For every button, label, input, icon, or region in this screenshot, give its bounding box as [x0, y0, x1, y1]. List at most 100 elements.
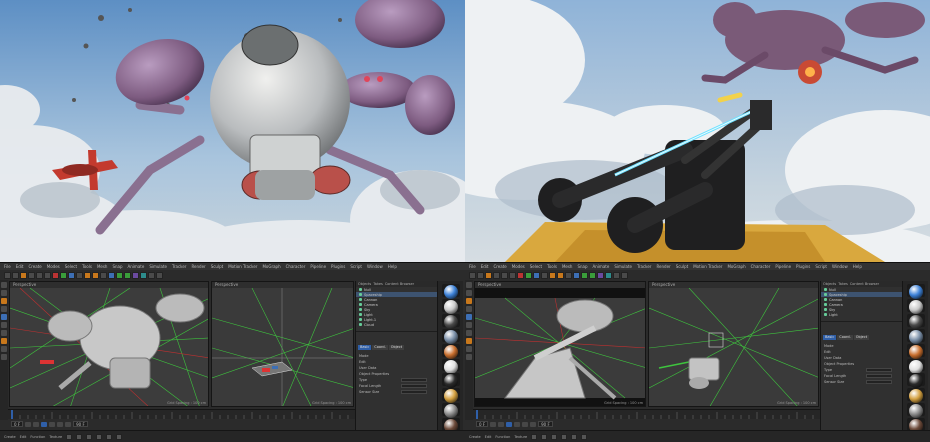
menu-item[interactable]: Create	[493, 263, 506, 270]
redo-icon[interactable]	[477, 271, 484, 279]
panel-tab[interactable]: Takes	[373, 282, 383, 286]
x-axis-icon[interactable]	[517, 271, 524, 279]
menu-item[interactable]: Help	[388, 263, 397, 270]
end-frame-field[interactable]: 90 F	[538, 421, 553, 427]
move-icon[interactable]	[493, 271, 500, 279]
cube-icon[interactable]	[108, 271, 115, 279]
menu-item[interactable]: Edit	[481, 263, 489, 270]
menu-item[interactable]: Mesh	[97, 263, 108, 270]
move-icon[interactable]	[28, 271, 35, 279]
y-axis-icon[interactable]	[60, 271, 67, 279]
environment-icon[interactable]	[605, 271, 612, 279]
menu-item[interactable]: Animate	[128, 263, 145, 270]
snap-icon[interactable]	[1, 330, 7, 336]
menu-item[interactable]: Pipeline	[310, 263, 326, 270]
play-icon[interactable]	[41, 421, 48, 427]
material-menu-item[interactable]: Function	[495, 435, 510, 439]
object-row[interactable]: Cloud	[356, 322, 437, 327]
render-picture-icon[interactable]	[557, 271, 564, 279]
material-preview[interactable]	[906, 284, 925, 299]
material-preview[interactable]	[441, 313, 460, 329]
snap-icon[interactable]	[466, 330, 472, 336]
menu-item[interactable]: Simulate	[614, 263, 632, 270]
polygons-mode-icon[interactable]	[1, 314, 7, 320]
material-swatch[interactable]	[106, 434, 113, 440]
menu-item[interactable]: Tracker	[172, 263, 186, 270]
points-mode-icon[interactable]	[466, 298, 472, 304]
menu-item[interactable]: Plugins	[331, 263, 345, 270]
model-mode-icon[interactable]	[466, 282, 472, 288]
menu-item[interactable]: Sculpt	[676, 263, 689, 270]
polygons-mode-icon[interactable]	[466, 314, 472, 320]
material-menu-item[interactable]: Texture	[49, 435, 62, 439]
menu-item[interactable]: Select	[65, 263, 77, 270]
spline-icon[interactable]	[116, 271, 123, 279]
solo-icon[interactable]	[466, 354, 472, 360]
menu-item[interactable]: Animate	[593, 263, 610, 270]
select-icon[interactable]	[485, 271, 492, 279]
panel-tab[interactable]: Takes	[838, 282, 848, 286]
light-icon[interactable]	[156, 271, 163, 279]
material-preview[interactable]	[906, 343, 925, 359]
deformer-icon[interactable]	[597, 271, 604, 279]
go-start-icon[interactable]	[25, 421, 32, 427]
menu-item[interactable]: Edit	[16, 263, 24, 270]
lock-icon[interactable]	[1, 338, 7, 344]
texture-mode-icon[interactable]	[1, 290, 7, 296]
menu-item[interactable]: Modes	[512, 263, 525, 270]
material-preview[interactable]	[441, 284, 460, 299]
points-mode-icon[interactable]	[1, 298, 7, 304]
attribute-tab[interactable]: Basic	[358, 345, 372, 350]
material-menu-item[interactable]: Function	[30, 435, 45, 439]
menu-item[interactable]: Plugins	[796, 263, 810, 270]
attribute-field[interactable]	[866, 374, 892, 378]
undo-icon[interactable]	[4, 271, 11, 279]
axis-mode-icon[interactable]	[1, 322, 7, 328]
menu-item[interactable]: Character	[286, 263, 306, 270]
viewport-perspective-2[interactable]: Perspective Grid Spacing : 100 cm	[211, 281, 354, 407]
material-menu-item[interactable]: Edit	[485, 435, 492, 439]
material-swatch[interactable]	[551, 434, 558, 440]
menu-item[interactable]: MoGraph	[262, 263, 280, 270]
panel-tab[interactable]: Content Browser	[385, 282, 414, 286]
rotate-icon[interactable]	[44, 271, 51, 279]
material-preview[interactable]	[906, 313, 925, 329]
start-frame-field[interactable]: 0 F	[11, 421, 24, 427]
material-preview[interactable]	[906, 358, 925, 374]
play-icon[interactable]	[506, 421, 513, 427]
light-icon[interactable]	[621, 271, 628, 279]
camera-icon[interactable]	[613, 271, 620, 279]
menu-item[interactable]: File	[469, 263, 476, 270]
start-frame-field[interactable]: 0 F	[476, 421, 489, 427]
menu-item[interactable]: Pipeline	[775, 263, 791, 270]
coord-icon[interactable]	[76, 271, 83, 279]
record-icon[interactable]	[65, 421, 72, 427]
material-menu-item[interactable]: Edit	[20, 435, 27, 439]
x-axis-icon[interactable]	[52, 271, 59, 279]
material-preview[interactable]	[441, 343, 460, 359]
material-preview[interactable]	[441, 328, 460, 344]
timeline[interactable]	[8, 409, 355, 419]
panel-tab[interactable]: Objects	[823, 282, 836, 286]
material-menu-item[interactable]: Create	[469, 435, 481, 439]
material-preview[interactable]	[906, 298, 925, 314]
material-preview[interactable]	[441, 388, 460, 404]
edges-mode-icon[interactable]	[466, 306, 472, 312]
menu-item[interactable]: Simulate	[149, 263, 167, 270]
attribute-tab[interactable]: Object	[853, 335, 870, 340]
environment-icon[interactable]	[140, 271, 147, 279]
end-frame-field[interactable]: 90 F	[73, 421, 88, 427]
render-settings-icon[interactable]	[100, 271, 107, 279]
material-preview[interactable]	[441, 373, 460, 389]
material-preview[interactable]	[906, 373, 925, 389]
menu-item[interactable]: Tools	[547, 263, 557, 270]
render-view-icon[interactable]	[549, 271, 556, 279]
workplane-icon[interactable]	[466, 346, 472, 352]
camera-icon[interactable]	[148, 271, 155, 279]
viewport-perspective-1[interactable]: Perspective Grid Spacing : 100 cm	[474, 281, 646, 407]
solo-icon[interactable]	[1, 354, 7, 360]
menu-item[interactable]: Script	[815, 263, 827, 270]
render-view-icon[interactable]	[84, 271, 91, 279]
record-icon[interactable]	[530, 421, 537, 427]
attribute-field[interactable]	[866, 380, 892, 384]
